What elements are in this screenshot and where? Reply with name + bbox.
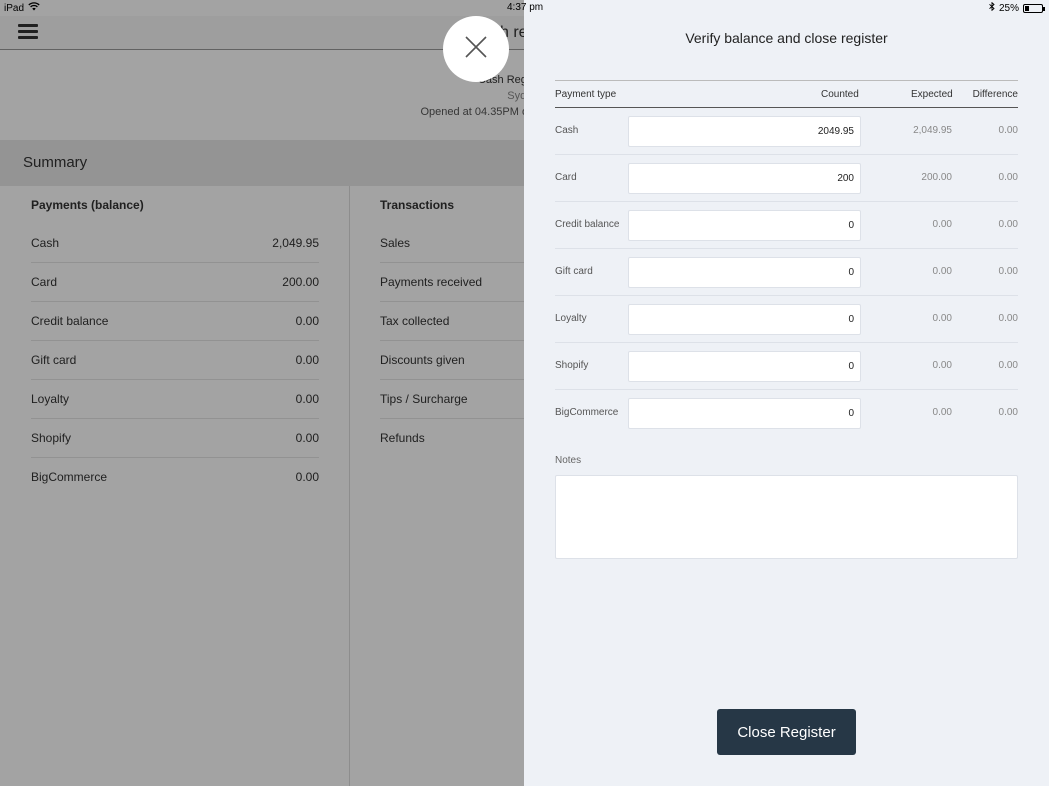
modal-backdrop[interactable] — [0, 0, 524, 786]
table-row: Credit balance 0.00 0.00 — [555, 202, 1018, 249]
row-expected: 0.00 — [932, 266, 952, 277]
close-modal-button[interactable] — [443, 16, 509, 82]
table-header: Payment type Counted Expected Difference — [555, 80, 1018, 108]
header-difference: Difference — [972, 89, 1018, 100]
battery-percent: 25% — [998, 2, 1019, 14]
notes-label: Notes — [555, 455, 582, 466]
header-counted: Counted — [821, 89, 859, 100]
row-payment-type: BigCommerce — [555, 407, 619, 418]
row-payment-type: Cash — [555, 125, 579, 136]
close-register-button[interactable]: Close Register — [717, 709, 856, 755]
row-payment-type: Credit balance — [555, 219, 620, 230]
register-summary-page: h re Cash Registe Sydney Opened at 04.35… — [0, 0, 524, 786]
close-register-panel: Verify balance and close register Paymen… — [524, 0, 1049, 786]
table-row: Loyalty 0.00 0.00 — [555, 296, 1018, 343]
row-payment-type: Shopify — [555, 360, 589, 371]
wifi-icon — [28, 2, 40, 14]
row-difference: 0.00 — [998, 172, 1018, 183]
table-row: Cash 2,049.95 0.00 — [555, 108, 1018, 155]
row-difference: 0.00 — [998, 266, 1018, 277]
row-expected: 0.00 — [932, 219, 952, 230]
row-difference: 0.00 — [998, 125, 1018, 136]
counted-input-cash[interactable] — [628, 116, 861, 147]
battery-fill — [1025, 5, 1029, 11]
row-difference: 0.00 — [998, 219, 1018, 230]
close-icon — [464, 35, 488, 64]
table-row: Gift card 0.00 0.00 — [555, 249, 1018, 296]
table-row: Shopify 0.00 0.00 — [555, 343, 1018, 390]
panel-title: Verify balance and close register — [685, 30, 888, 46]
bluetooth-icon — [989, 1, 995, 14]
row-payment-type: Card — [555, 172, 577, 183]
table-row: BigCommerce 0.00 0.00 — [555, 390, 1018, 437]
row-payment-type: Gift card — [555, 266, 593, 277]
counted-input-card[interactable] — [628, 163, 861, 194]
status-time: 4:37 pm — [507, 2, 544, 13]
row-expected: 0.00 — [932, 360, 952, 371]
table-row: Card 200.00 0.00 — [555, 155, 1018, 202]
row-expected: 0.00 — [932, 313, 952, 324]
row-difference: 0.00 — [998, 313, 1018, 324]
row-difference: 0.00 — [998, 360, 1018, 371]
row-expected: 200.00 — [921, 172, 952, 183]
header-payment-type: Payment type — [555, 89, 617, 100]
counted-input-gift-card[interactable] — [628, 257, 861, 288]
header-expected: Expected — [911, 89, 953, 100]
row-payment-type: Loyalty — [555, 313, 587, 324]
counted-input-bigcommerce[interactable] — [628, 398, 861, 429]
counted-input-loyalty[interactable] — [628, 304, 861, 335]
status-left: iPad — [4, 2, 40, 14]
device-name: iPad — [4, 2, 25, 14]
status-bar: iPad 4:37 pm 25% — [0, 0, 1049, 16]
counted-input-shopify[interactable] — [628, 351, 861, 382]
battery-icon — [1023, 3, 1045, 13]
balance-table: Payment type Counted Expected Difference… — [555, 80, 1018, 437]
row-expected: 0.00 — [932, 407, 952, 418]
counted-input-credit-balance[interactable] — [628, 210, 861, 241]
row-difference: 0.00 — [998, 407, 1018, 418]
row-expected: 2,049.95 — [913, 125, 952, 136]
notes-field[interactable] — [555, 475, 1018, 559]
status-right: 25% — [989, 1, 1045, 14]
